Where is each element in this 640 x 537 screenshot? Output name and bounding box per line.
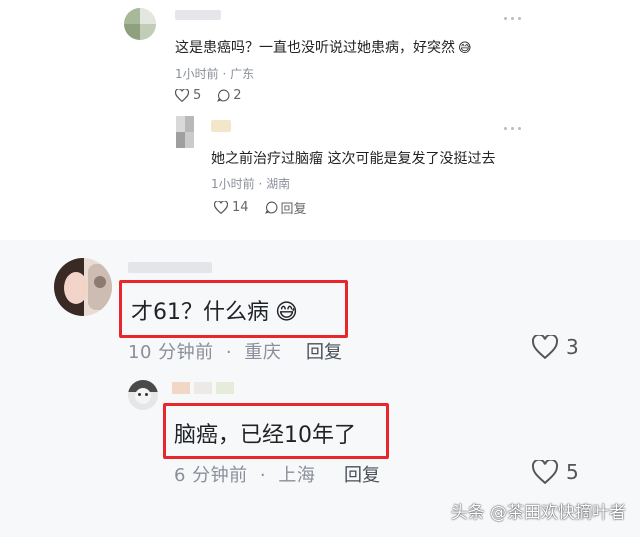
comment-text: 才61？什么病 😅 <box>131 300 298 325</box>
reply-button[interactable]: 回复 <box>306 338 342 364</box>
like-count: 5 <box>193 88 202 103</box>
reply-meta: 1小时前 · 湖南 <box>211 177 291 191</box>
like-button[interactable]: 3 <box>532 335 579 359</box>
comment-top: 这是患癌吗？一直也没听说过她患病，好突然 😅 1小时前 · 广东 5 2 她之前治… <box>0 0 640 230</box>
like-button[interactable]: 5 <box>532 460 579 484</box>
comment-meta: 10 分钟前 · 重庆 <box>128 342 282 363</box>
reply-text: 脑癌，已经10年了 <box>174 423 356 448</box>
reply-meta: 6 分钟前 · 上海 <box>174 465 316 486</box>
like-count: 14 <box>232 200 249 215</box>
comment-meta: 1小时前 · 广东 <box>175 67 255 81</box>
username-blurred[interactable] <box>172 380 242 396</box>
comment-bubble-icon <box>217 89 230 102</box>
like-button[interactable]: 5 <box>175 88 201 103</box>
username-blurred[interactable] <box>128 262 212 273</box>
more-options-icon[interactable] <box>504 124 526 132</box>
username-blurred[interactable] <box>211 120 231 132</box>
sweat-emoji-icon: 😅 <box>275 300 298 325</box>
reply-location: 上海 <box>278 465 316 486</box>
username-blurred[interactable] <box>175 10 221 20</box>
comment-bubble-icon <box>264 201 277 214</box>
reply-button[interactable]: 回复 <box>344 461 380 487</box>
like-count: 3 <box>566 335 579 359</box>
more-options-icon[interactable] <box>504 14 526 22</box>
avatar[interactable] <box>54 258 112 316</box>
heart-icon <box>532 335 558 359</box>
reply-button[interactable]: 2 <box>217 88 242 103</box>
sweat-emoji-icon: 😅 <box>458 41 472 56</box>
heart-icon <box>175 89 189 102</box>
like-count: 5 <box>566 460 579 484</box>
heart-icon <box>214 201 228 214</box>
like-button[interactable]: 14 <box>214 200 249 215</box>
comment-time: 10 分钟前 <box>128 342 214 363</box>
avatar[interactable] <box>128 380 158 410</box>
reply-time: 6 分钟前 <box>174 465 248 486</box>
reply-button-label: 回复 <box>280 202 307 217</box>
comment-location: 重庆 <box>244 342 282 363</box>
reply-text: 她之前治疗过脑瘤 这次可能是复发了没挺过去 <box>211 151 496 167</box>
watermark: 头条 @茶田欢快摘叶者 <box>450 503 626 523</box>
reply-count: 2 <box>233 88 242 103</box>
heart-icon <box>532 460 558 484</box>
avatar[interactable] <box>176 116 194 148</box>
avatar[interactable] <box>124 8 156 40</box>
comment-text: 这是患癌吗？一直也没听说过她患病，好突然 😅 <box>175 40 472 56</box>
reply-button[interactable]: 回复 <box>264 198 307 217</box>
